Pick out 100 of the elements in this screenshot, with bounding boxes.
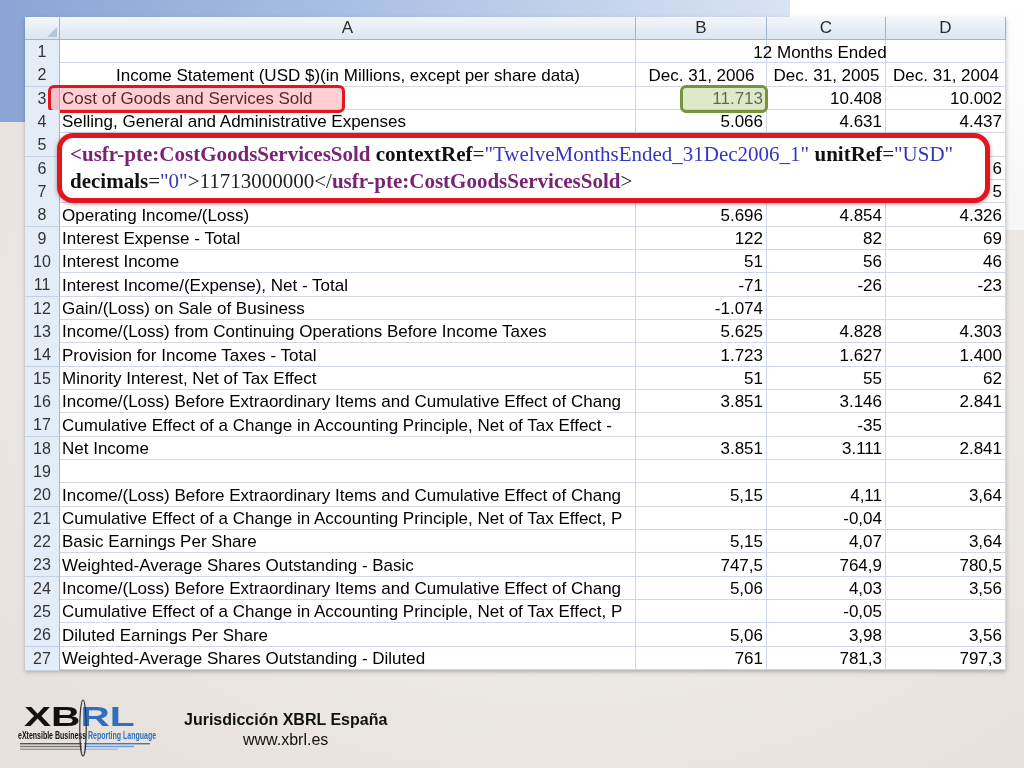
row-number[interactable]: 16 [25, 389, 60, 414]
date-heading: Dec. 31, 2004 [893, 65, 999, 85]
line-item-label: Weighted-Average Shares Outstanding - Basic [62, 555, 414, 575]
row-number[interactable]: 12 [25, 296, 60, 321]
amount-text: 10.002 [950, 89, 1002, 109]
select-all-corner[interactable] [25, 17, 60, 40]
row-number[interactable]: 11 [25, 273, 60, 298]
amount-text: 4,11 [850, 485, 882, 505]
column-header[interactable]: A [60, 17, 636, 40]
amount-text: 4,07 [848, 532, 882, 552]
row-number[interactable]: 8 [25, 203, 60, 228]
organization-title: Jurisdicción XBRL España [184, 710, 388, 729]
xml-callout: <usfr-pte:CostGoodsServicesSold contextRef="TwelveMonthsEnded_31Dec2006_1" unitRef="USD" decimals="0">11713000000</usfr-pte:CostGoodsServicesSold> [57, 133, 990, 204]
line-item-label: Weighted-Average Shares Outstanding - Diluted [62, 649, 426, 669]
amount-text: 62 [983, 369, 1002, 389]
amount-text: 2.841 [959, 392, 1002, 412]
row-number[interactable]: 23 [25, 553, 60, 578]
amount-text: 3,56 [968, 579, 1002, 599]
amount-text: 4.631 [839, 112, 882, 132]
amount-text: 5.696 [720, 205, 763, 225]
amount-text: 82 [863, 229, 882, 249]
row-number[interactable]: 24 [25, 576, 60, 601]
amount-text: 761 [734, 649, 763, 669]
amount-text: 2.841 [959, 439, 1002, 459]
date-heading: Dec. 31, 2005 [773, 65, 880, 85]
website-address: www.xbrl.es [243, 730, 329, 749]
row-number[interactable]: 4 [25, 110, 60, 134]
amount-text: -71 [738, 275, 763, 295]
amount-text: 5,15 [729, 485, 763, 505]
amount-text: 3,64 [968, 532, 1002, 552]
row-number[interactable]: 13 [25, 319, 60, 344]
amount-text: 5.625 [720, 322, 763, 342]
amount-text: 797,3 [959, 649, 1002, 669]
line-item-label: Operating Income/(Loss) [62, 205, 250, 225]
line-item-label: Income/(Loss) Before Extraordinary Items and Cumulative Effect of Chang [62, 579, 622, 599]
line-item-label: Cumulative Effect of a Change in Accounting Principle, Net of Tax Effect, P [62, 509, 623, 529]
amount-text: 5,15 [729, 532, 763, 552]
row-number[interactable]: 26 [25, 623, 60, 648]
amount-text: 10.408 [830, 89, 882, 109]
amount-text: 122 [734, 229, 763, 249]
row-number[interactable]: 22 [25, 529, 60, 554]
amount-text: 781,3 [839, 649, 882, 669]
amount-text: 6 [992, 159, 1002, 179]
amount-text: -0,05 [843, 602, 882, 622]
amount-text: 4.828 [839, 322, 882, 342]
row-number[interactable]: 5 [25, 133, 60, 158]
amount-text: 51 [744, 369, 763, 389]
row-number[interactable]: 3 [25, 86, 60, 111]
amount-text: 1.627 [839, 345, 882, 365]
amount-text: 5,06 [729, 579, 763, 599]
amount-text: 3.146 [839, 392, 882, 412]
amount-text: 3.111 [841, 439, 882, 459]
amount-text: 3.851 [720, 439, 763, 459]
amount-text: 11.713 [712, 89, 763, 109]
column-header[interactable]: B [636, 17, 767, 40]
amount-text: 4,03 [848, 579, 882, 599]
amount-text: 4.303 [959, 322, 1002, 342]
logo-tagline: eXtensible Business Reporting Language [18, 729, 157, 741]
row-number[interactable]: 10 [25, 249, 60, 274]
period-heading: 12 Months Ended [753, 42, 887, 62]
amount-text: -0,04 [843, 509, 882, 529]
line-item-label: Interest Expense - Total [62, 229, 241, 249]
row-number[interactable]: 20 [25, 483, 60, 508]
amount-text: 764,9 [839, 555, 882, 575]
amount-text: -1.074 [714, 299, 763, 319]
amount-text: -35 [857, 415, 882, 435]
line-item-label: Selling, General and Administrative Expenses [62, 112, 406, 132]
line-item-label: Interest Income/(Expense), Net - Total [62, 275, 348, 295]
line-item-label: Diluted Earnings Per Share [62, 625, 268, 645]
row-number[interactable]: 21 [25, 506, 60, 531]
date-heading: Dec. 31, 2006 [648, 65, 755, 85]
amount-text: 747,5 [720, 555, 763, 575]
amount-text: 51 [744, 252, 763, 272]
line-item-label: Gain/(Loss) on Sale of Business [62, 299, 305, 319]
row-number[interactable]: 2 [25, 63, 60, 88]
amount-text: 3.851 [720, 392, 763, 412]
row-number[interactable]: 27 [25, 646, 60, 671]
line-item-label: Provision for Income Taxes - Total [62, 345, 317, 365]
amount-text: 4.326 [959, 205, 1002, 225]
amount-text: 1.400 [959, 345, 1002, 365]
row-number[interactable]: 15 [25, 366, 60, 391]
row-number[interactable]: 19 [25, 459, 60, 484]
corner-triangle-icon [47, 27, 57, 37]
line-item-label: Income/(Loss) Before Extraordinary Items and Cumulative Effect of Chang [62, 485, 622, 505]
column-header[interactable]: D [886, 17, 1006, 40]
row-number[interactable]: 9 [25, 226, 60, 251]
line-item-label: Cost of Goods and Services Sold [62, 89, 313, 109]
row-number[interactable]: 1 [25, 40, 60, 64]
row-number[interactable]: 25 [25, 599, 60, 624]
line-item-label: Basic Earnings Per Share [62, 532, 257, 552]
row-number[interactable]: 18 [25, 436, 60, 461]
amount-text: 56 [863, 252, 882, 272]
line-item-label: Cumulative Effect of a Change in Accounting Principle, Net of Tax Effect - [62, 415, 612, 435]
row-number[interactable]: 17 [25, 413, 60, 438]
amount-text: 5,06 [729, 625, 763, 645]
row-number[interactable]: 14 [25, 343, 60, 368]
amount-text: 5.066 [720, 112, 763, 132]
line-item-label: Income/(Loss) Before Extraordinary Items and Cumulative Effect of Chang [62, 392, 622, 412]
line-item-label: Income/(Loss) from Continuing Operations Before Income Taxes [62, 322, 547, 342]
column-header[interactable]: C [767, 17, 886, 40]
